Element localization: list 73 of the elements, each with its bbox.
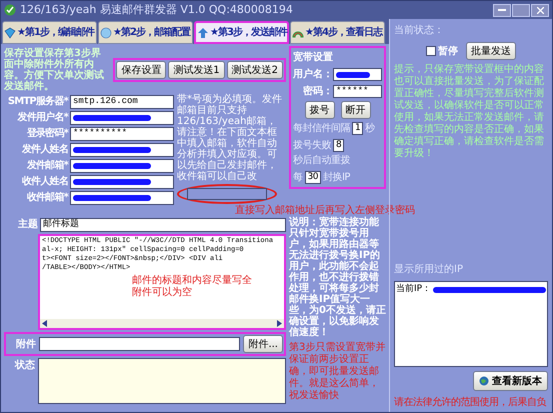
toolbar-button[interactable]: 测试发送1 (168, 61, 225, 79)
field-note: 带*号项为必填项。发件邮箱目前只支持126/163/yeah邮箱，请注意！在下面文本框中填入邮箱，软件自动分析并填入对应项。可以先给自己发封邮件，收件箱可以自己改 (177, 94, 283, 182)
field-label: 发件邮箱* (26, 158, 68, 173)
field-label: 登录密码* (26, 126, 68, 141)
attach-button[interactable]: 附件... (243, 335, 283, 353)
scrollbar[interactable] (40, 319, 284, 328)
input-field[interactable] (333, 68, 382, 81)
tab[interactable]: ★第4步，查看日志 (290, 21, 385, 44)
input-field[interactable] (70, 110, 174, 124)
footer-text: 请在法律允许的范围使用，后果自负 (394, 396, 548, 410)
checkbox-label: 暂停 (438, 44, 458, 58)
field-label: SMTP服务器* (6, 94, 68, 109)
maximize-button[interactable] (512, 4, 530, 16)
close-icon (536, 6, 544, 14)
up-arrow-icon (197, 26, 209, 38)
tab[interactable]: ★第3步，发送邮件 (194, 21, 289, 44)
input-field[interactable] (70, 158, 174, 172)
save-hint: 保存设置保存第3步界面中除附件外所有内容。方便下次单次测试发送邮件。 (4, 48, 105, 92)
setting-label: 每封信件间隔 (293, 122, 350, 136)
setting-label: 秒后自动重拨 (293, 154, 350, 168)
globe-icon (479, 376, 489, 386)
right-arrow-icon (277, 320, 282, 327)
minimize-button[interactable] (493, 4, 511, 16)
hint-text: 提示，只保存宽带设置框中的内容也可以直接批量发送，为了保证配置正确性，尽量填写完整后软件测试发送，以确保软件是否可以正常使用，如果无法正常发送邮件，请先检查填写的内容是否正确，如果确定填写正确，请检查软件是否需要升级！ (394, 64, 545, 160)
input-field[interactable] (39, 337, 240, 351)
input-field[interactable]: ********** (70, 126, 174, 140)
input-field[interactable] (70, 190, 174, 204)
list-label: 显示所用过的IP (394, 262, 464, 277)
dial-button[interactable]: 断开 (340, 101, 370, 119)
field-label: 收件人姓名 (20, 174, 68, 189)
broadband-note: 说明：宽带连接功能只针对宽带拨号用户，如果用路由器等无法进行拨号换IP的用户，此功能不会起作用，也不进行拨错处理，可将每多少封邮件换IP值写大一些，为0不发送，请正确设置，以免影响发信速度！ (289, 217, 386, 338)
panel-title: 当前状态： (394, 24, 445, 38)
toolbar-button[interactable]: 测试发送2 (226, 61, 283, 79)
field-label: 发件用户名* (16, 110, 68, 125)
input-field[interactable]: 邮件标题 (40, 218, 286, 232)
left-arrow-icon (42, 320, 47, 327)
batch-send-button[interactable]: 批量发送 (466, 42, 516, 60)
number-field[interactable]: 8 (333, 139, 344, 152)
update-button[interactable]: 查看新版本 (473, 371, 548, 391)
toolbar-button[interactable]: 保存设置 (116, 61, 166, 79)
app-icon (4, 4, 16, 16)
tab[interactable]: ★第2步，邮箱配置 (98, 21, 193, 44)
number-field[interactable]: 1 (352, 122, 364, 135)
field-label: 用户名： (293, 67, 333, 82)
diamond-icon (4, 26, 16, 38)
field-label: 附件 (15, 338, 36, 352)
pause-checkbox[interactable] (426, 46, 436, 56)
globe-icon (100, 26, 112, 38)
annotation-text: 第3步只需设置宽带并保证前两步设置正确，即可批量发送邮件。就是这么简单，祝发送愉快 (289, 342, 386, 402)
window-title: 126/163/yeah 易速邮件群发器 V1.0 QQ:480008194 (20, 2, 293, 18)
setting-label: 封换IP (322, 170, 350, 185)
close-button[interactable] (531, 4, 549, 16)
input-field[interactable]: ****** (333, 85, 382, 98)
number-field[interactable]: 30 (304, 171, 321, 184)
tab[interactable]: ★第1步，编辑邮件 (2, 21, 97, 44)
dial-button[interactable]: 拨号 (304, 101, 334, 119)
input-field[interactable] (70, 142, 174, 156)
field-label: 密码： (302, 84, 333, 99)
field-label: 状态 (14, 358, 35, 373)
input-field[interactable] (187, 188, 267, 200)
setting-label: 拨号失败 (293, 138, 331, 153)
setting-label: 每 (293, 171, 302, 185)
input-field[interactable]: smtp.126.com (70, 94, 174, 108)
input-field[interactable] (70, 174, 174, 188)
group-title: 宽带设置 (293, 50, 334, 65)
list-item[interactable]: 当前IP： (396, 283, 546, 296)
field-label: 收件邮箱* (26, 190, 68, 205)
field-label: 主题 (17, 217, 38, 232)
annotation-text: 邮件的标题和内容尽量写全 (132, 275, 253, 286)
annotation-text: 附件可以为空 (132, 287, 193, 299)
redaction-mark (336, 72, 370, 78)
setting-label: 秒 (365, 122, 375, 136)
field-label: 发件人姓名 (20, 142, 68, 157)
